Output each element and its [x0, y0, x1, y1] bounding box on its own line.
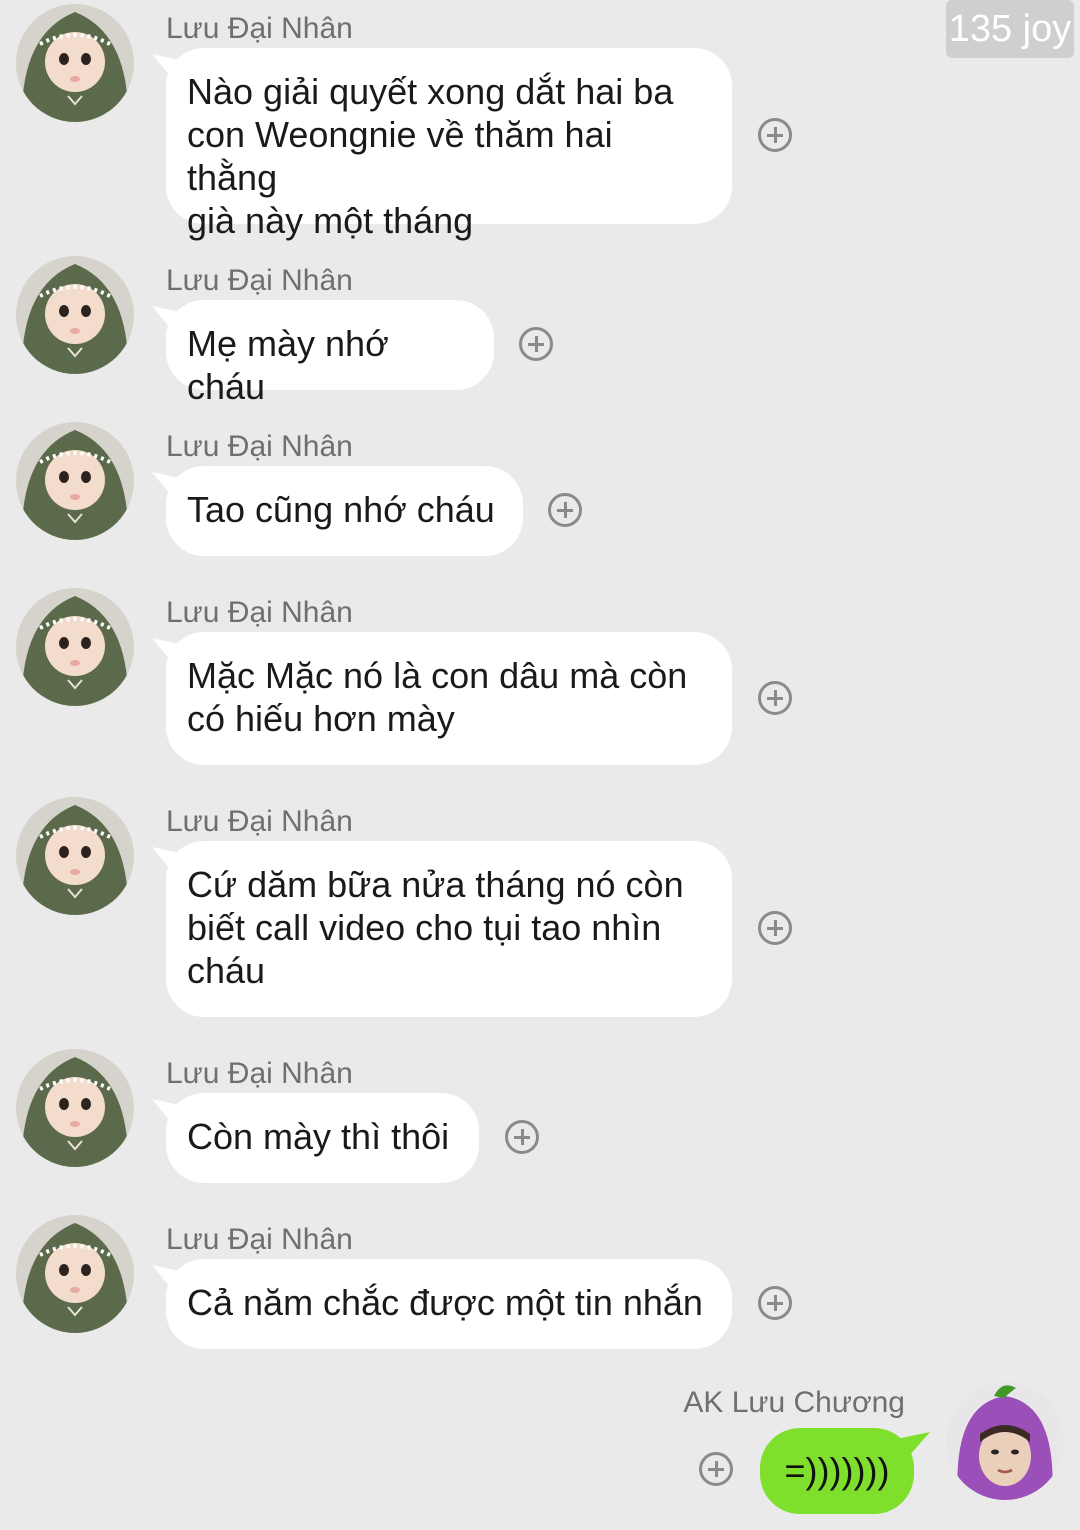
- message-line: Cứ dăm bữa nửa tháng nó còn: [187, 864, 684, 905]
- message-bubble[interactable]: Nào giải quyết xong dắt hai ba con Weong…: [166, 48, 732, 241]
- sender-name: Lưu Đại Nhân: [166, 805, 353, 838]
- my-message-bubble[interactable]: =))))))): [760, 1428, 914, 1514]
- message-row: Lưu Đại Nhân Tao cũng nhớ cháu: [0, 422, 1080, 562]
- message-line: già này một tháng: [187, 200, 474, 241]
- sender-name: Lưu Đại Nhân: [166, 430, 353, 463]
- message-row: Lưu Đại Nhân Mặc Mặc nó là con dâu mà cò…: [0, 588, 1080, 768]
- message-row: Lưu Đại Nhân Cứ dăm bữa nửa tháng nó còn…: [0, 797, 1080, 1022]
- message-line: Cả năm chắc được một tin nhắn: [187, 1282, 703, 1323]
- message-bubble[interactable]: Cứ dăm bữa nửa tháng nó còn biết call vi…: [166, 841, 732, 1017]
- my-avatar[interactable]: [946, 1382, 1064, 1500]
- add-reaction-plus-icon[interactable]: [699, 1452, 733, 1486]
- add-reaction-plus-icon[interactable]: [758, 1286, 792, 1320]
- message-line: Tao cũng nhớ cháu: [187, 489, 495, 530]
- message-bubble[interactable]: Còn mày thì thôi: [166, 1093, 479, 1183]
- sender-name: Lưu Đại Nhân: [166, 12, 353, 45]
- sender-name: Lưu Đại Nhân: [166, 1223, 353, 1256]
- sender-avatar[interactable]: [16, 1215, 134, 1333]
- message-line: con Weongnie về thăm hai thằng: [187, 114, 613, 198]
- add-reaction-plus-icon[interactable]: [505, 1120, 539, 1154]
- sender-name: Lưu Đại Nhân: [166, 596, 353, 629]
- message-row: Lưu Đại Nhân Mẹ mày nhớ cháu: [0, 256, 1080, 407]
- message-line: Mẹ mày nhớ cháu: [187, 323, 389, 407]
- add-reaction-plus-icon[interactable]: [758, 681, 792, 715]
- message-line: biết call video cho tụi tao nhìn: [187, 907, 662, 948]
- sender-avatar[interactable]: [16, 797, 134, 915]
- sender-avatar[interactable]: [16, 256, 134, 374]
- message-row: Lưu Đại Nhân Còn mày thì thôi: [0, 1049, 1080, 1189]
- my-sender-name: AK Lưu Chương: [683, 1386, 905, 1419]
- message-line: Nào giải quyết xong dắt hai ba: [187, 71, 674, 112]
- sender-name: Lưu Đại Nhân: [166, 264, 353, 297]
- add-reaction-plus-icon[interactable]: [758, 118, 792, 152]
- sender-name: Lưu Đại Nhân: [166, 1057, 353, 1090]
- message-row: Lưu Đại Nhân Nào giải quyết xong dắt hai…: [0, 4, 1080, 241]
- sender-avatar[interactable]: [16, 422, 134, 540]
- message-bubble[interactable]: Mẹ mày nhớ cháu: [166, 300, 494, 407]
- message-bubble[interactable]: Mặc Mặc nó là con dâu mà còn có hiếu hơn…: [166, 632, 732, 765]
- sender-avatar[interactable]: [16, 1049, 134, 1167]
- add-reaction-plus-icon[interactable]: [519, 327, 553, 361]
- message-bubble[interactable]: Tao cũng nhớ cháu: [166, 466, 523, 556]
- message-line: Mặc Mặc nó là con dâu mà còn: [187, 655, 688, 696]
- sender-avatar[interactable]: [16, 4, 134, 122]
- message-bubble[interactable]: Cả năm chắc được một tin nhắn: [166, 1259, 732, 1349]
- message-line: Còn mày thì thôi: [187, 1116, 450, 1157]
- add-reaction-plus-icon[interactable]: [758, 911, 792, 945]
- message-line: cháu: [187, 950, 266, 991]
- message-row: Lưu Đại Nhân Cả năm chắc được một tin nh…: [0, 1215, 1080, 1355]
- add-reaction-plus-icon[interactable]: [548, 493, 582, 527]
- message-line: có hiếu hơn mày: [187, 698, 455, 739]
- sender-avatar[interactable]: [16, 588, 134, 706]
